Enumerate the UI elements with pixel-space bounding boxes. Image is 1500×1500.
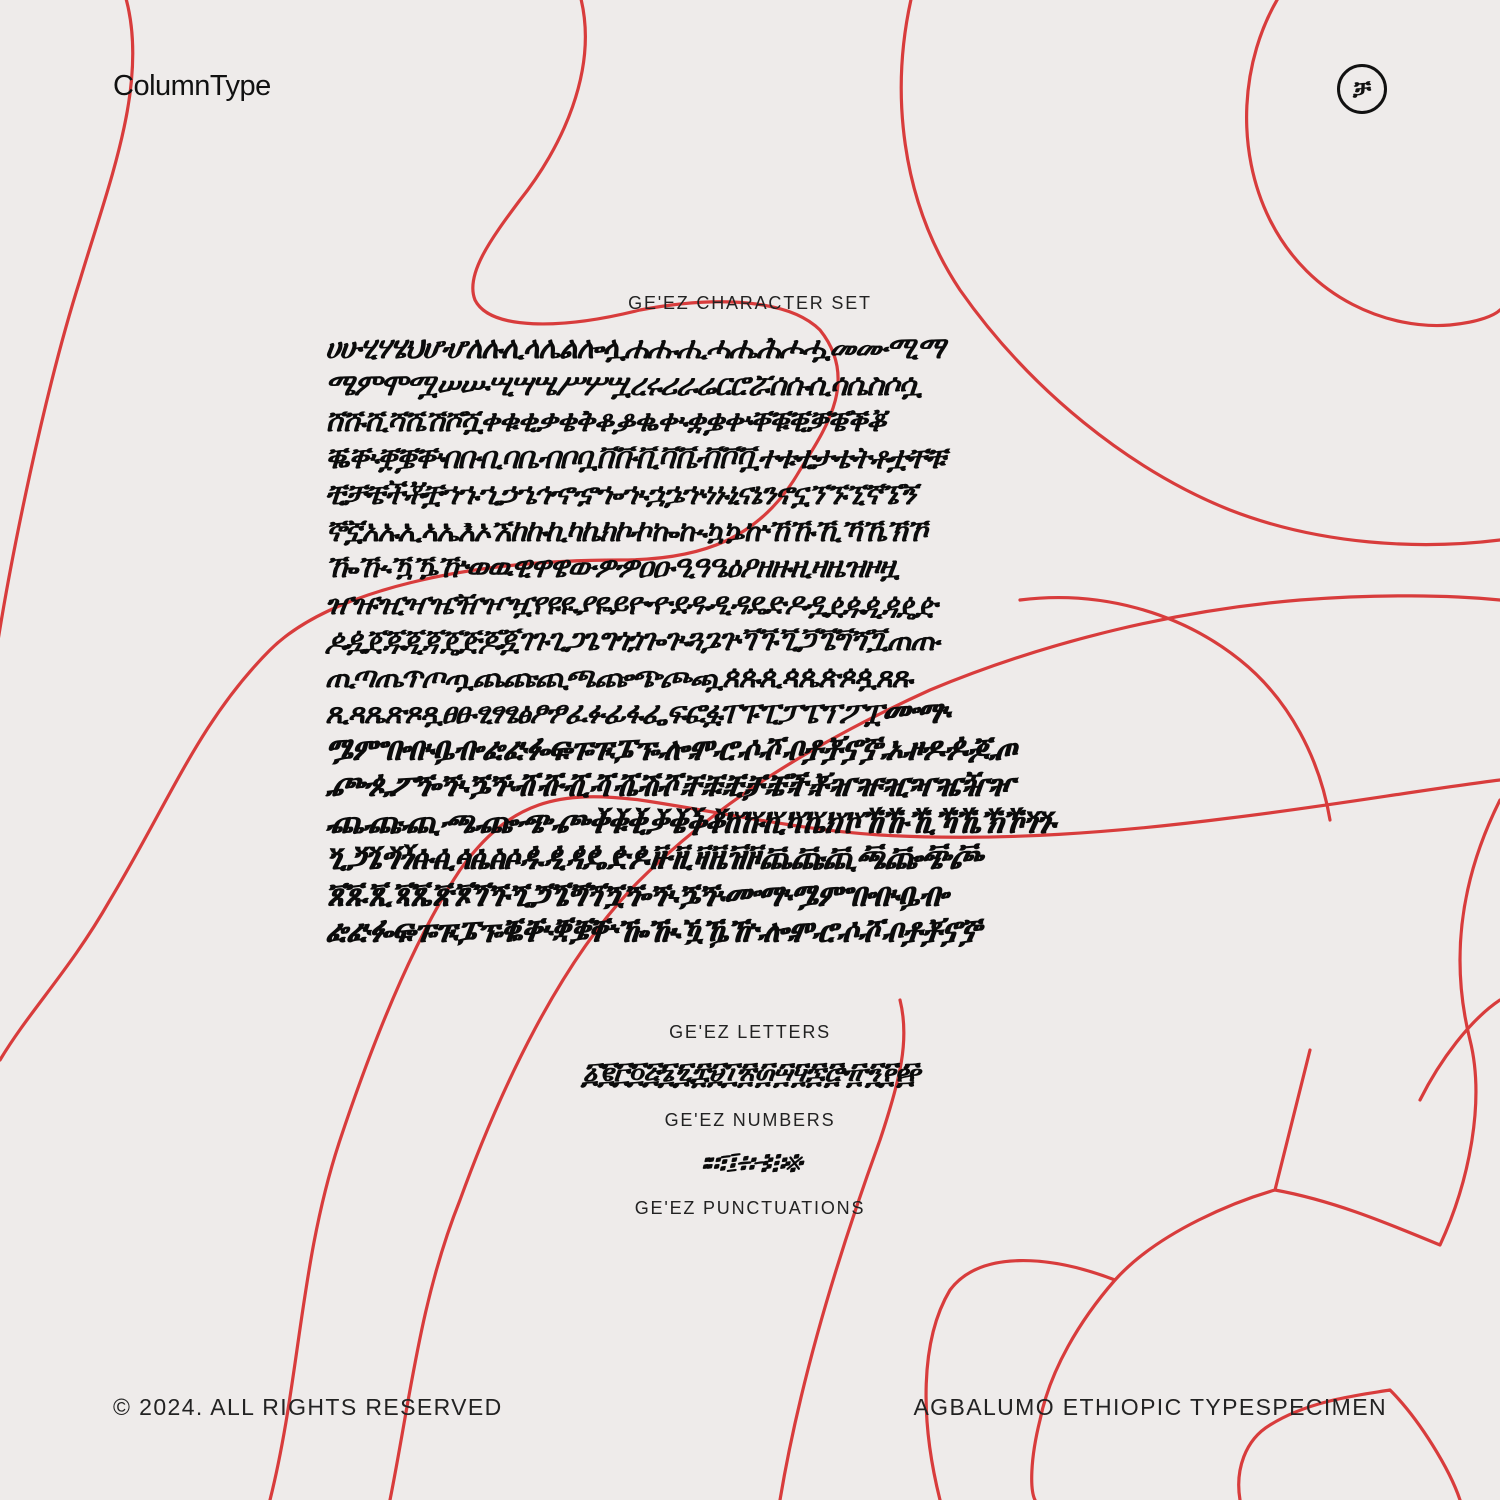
charset-line: ሜምሞሟሠሡሢሣሤሥሦሧረሩሪራሬርሮሯሰሱሲሳሴስሶሷ — [325, 367, 922, 403]
specimen-title: AGBALUMO ETHIOPIC TYPESPECIMEN — [913, 1394, 1387, 1420]
charset-line: ⶐⶑⶒⶓⶔⶕⶖⶠⶡⶢⶣⶤⶥⶦⶨⶩⶪⶫⶬⶭⶮⶰⶱⶲⶳⶴⶵⶶ — [325, 769, 1015, 804]
logo-glyph: ቻ — [1352, 75, 1372, 103]
punctuations-label: GE'EZ PUNCTUATIONS — [634, 1198, 866, 1218]
charset-line: ሀሁሂሃሄህሆሇለሉሊላሌልሎሏሐሑሒሓሔሕሖሗመሙሚማ — [325, 331, 945, 366]
curve-bottom-loop — [924, 1259, 1117, 1500]
curve-corner-loop — [1245, 0, 1500, 328]
charset-line: ሸሹሺሻሼሽሾሿቀቁቂቃቄቅቆቇቈቊቋቌቍቐቑቒቓቔቕቖ — [325, 404, 886, 439]
charset-line: ቘቚቛቜቝበቡቢባቤብቦቧቨቩቪቫቬቭቮቯተቱቲታቴትቶቷቸቹ — [325, 440, 946, 476]
charset-line: ጢጣጤጥጦጧጨጩጪጫጬጭጮጯጰጱጲጳጴጵጶጷጸጹ — [325, 659, 913, 695]
brand-name: ColumnType — [113, 70, 271, 102]
character-set-grid: ሀሁሂሃሄህሆሇለሉሊላሌልሎሏሐሑሒሓሔሕሖሗመሙሚማ ሜምሞሟሠሡሢሣሤሥሦ… — [325, 331, 1175, 952]
charset-line: ꬨꬩꬪꬫꬬꬭꬮጘጙጚጛጜጝጞጟⶓⶔⶕⶖᎀᎁᎂᎃᎄᎅᎆᎇ — [325, 878, 948, 914]
charset-line: ᎂᎃᎄᎅᎆᎇᎈᎉᎊᎋᎌᎍᎎᎏⶀⶁⶂⶃⶄⶅⶆⶇⶈⶉⶊⶋⶌⶍⶎⶏ — [325, 732, 1017, 768]
charset-line: ⶸⶹⶺⶻⶼⶽⶾⷀⷁⷂⷃⷄⷅⷆⷈⷉⷊⷋⷌⷍⷎⷐⷑⷒⷓⷔⷕⷖⷘⷙ — [325, 805, 1056, 841]
letters-label: GE'EZ LETTERS — [669, 1022, 831, 1042]
charset-line: ዾዿጀጁጂጃጄጅጆጇገጉጊጋጌግጎጏጐጒጓጔጕጘጙጚጛጜጝጞጟጠጡ — [325, 623, 940, 658]
charset-line: ዠዡዢዣዤዥዦዧየዩዪያዬይዮዯደዱዲዳዴድዶዷዸዹዺዻዼዽ — [325, 586, 938, 622]
ethiopic-logo-icon: ቻ — [1337, 64, 1387, 114]
punctuation-glyph-row: ፡።፣፤፥፦፧፨፠ — [700, 1146, 803, 1181]
charset-line: ᎈᎉᎊᎋᎌᎍᎎᎏቘቚቛቜቝዀዂዃዄዅⶀⶁⶂⶃⶄⶅⶆⶇⶈⶉ — [325, 915, 981, 950]
numbers-glyph-row: ፩፪፫፬፭፮፯፰፱፲፳፴፵፶፷፸፹፺፻፼ — [581, 1056, 921, 1091]
charset-line: ጺጻጼጽጾጿፀፁፂፃፄፅፆፇፈፉፊፋፌፍፎፏፐፑፒፓፔፕፖፗᎀᎁ — [325, 696, 951, 731]
charset-line: ⷚⷛⷜⷝⷞꬁꬂꬃꬄꬅꬆꬉꬊꬋꬌꬍꬎꬑꬒꬓꬔꬕꬖꬠꬡꬢꬣꬤꬥꬦ — [325, 842, 982, 877]
copyright-text: © 2024. ALL RIGHTS RESERVED — [113, 1394, 503, 1420]
charset-label: GE'EZ CHARACTER SET — [628, 293, 872, 313]
charset-line: ቺቻቼችቾቿኀኁኂኃኄኅኆኇኈኊኋኌኍነኑኒናኔንኖኗኘኙኚኛኜኝ — [325, 477, 916, 512]
charset-line: ኞኟአኡኢኣኤእኦኧከኩኪካኬክኮኯኰኲኳኴኵኸኹኺኻኼኽኾ — [325, 513, 928, 549]
charset-line: ዀዂዃዄዅወዉዊዋዌውዎዏዐዑዒዓዔዕዖዘዙዚዛዜዝዞዟ — [325, 550, 900, 585]
numbers-label: GE'EZ NUMBERS — [664, 1110, 836, 1130]
